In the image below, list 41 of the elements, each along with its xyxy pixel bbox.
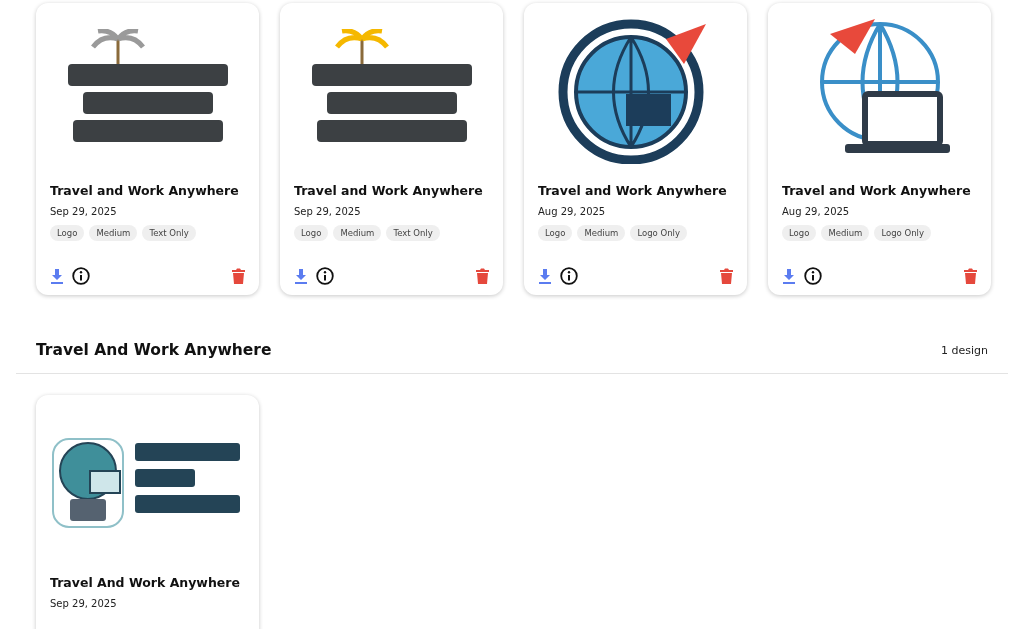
info-icon[interactable] — [804, 267, 822, 285]
download-icon[interactable] — [538, 268, 552, 284]
tag-chip: Text Only — [386, 225, 440, 241]
design-card[interactable]: Travel and Work Anywhere Sep 29, 2025 Logo Medium Text Only — [36, 3, 259, 295]
design-count: 1 design — [941, 343, 988, 357]
design-card[interactable]: Travel And Work Anywhere Sep 29, 2025 — [36, 395, 259, 629]
design-title: Travel And Work Anywhere — [50, 575, 241, 590]
delete-icon[interactable] — [964, 268, 977, 284]
delete-icon[interactable] — [720, 268, 733, 284]
tag-chip: Medium — [89, 225, 138, 241]
design-title: Travel and Work Anywhere — [50, 183, 240, 198]
tag-chip: Logo Only — [874, 225, 931, 241]
design-date: Sep 29, 2025 — [50, 598, 118, 609]
delete-icon[interactable] — [232, 268, 245, 284]
group-heading: Travel And Work Anywhere — [36, 341, 272, 359]
tag-chip: Medium — [333, 225, 382, 241]
delete-icon[interactable] — [476, 268, 489, 284]
tag-chip: Text Only — [142, 225, 196, 241]
tag-chip: Logo Only — [630, 225, 687, 241]
tag-chip: Logo — [294, 225, 329, 241]
download-icon[interactable] — [782, 268, 796, 284]
tag-chip: Medium — [577, 225, 626, 241]
download-icon[interactable] — [294, 268, 308, 284]
design-card[interactable]: Travel and Work Anywhere Aug 29, 2025 Logo Medium Logo Only — [768, 3, 991, 295]
design-title: Travel and Work Anywhere — [294, 183, 484, 198]
design-date: Sep 29, 2025 — [50, 206, 118, 217]
tag-chip: Logo — [538, 225, 573, 241]
download-icon[interactable] — [50, 268, 64, 284]
info-icon[interactable] — [316, 267, 334, 285]
design-date: Sep 29, 2025 — [294, 206, 362, 217]
tag-chip: Medium — [821, 225, 870, 241]
info-icon[interactable] — [72, 267, 90, 285]
design-title: Travel and Work Anywhere — [538, 183, 728, 198]
design-date: Aug 29, 2025 — [538, 206, 607, 217]
design-title: Travel and Work Anywhere — [782, 183, 972, 198]
tag-chip: Logo — [50, 225, 85, 241]
design-date: Aug 29, 2025 — [782, 206, 851, 217]
info-icon[interactable] — [560, 267, 578, 285]
tag-chip: Logo — [782, 225, 817, 241]
design-card[interactable]: Travel and Work Anywhere Aug 29, 2025 Logo Medium Logo Only — [524, 3, 747, 295]
design-card[interactable]: Travel and Work Anywhere Sep 29, 2025 Logo Medium Text Only — [280, 3, 503, 295]
